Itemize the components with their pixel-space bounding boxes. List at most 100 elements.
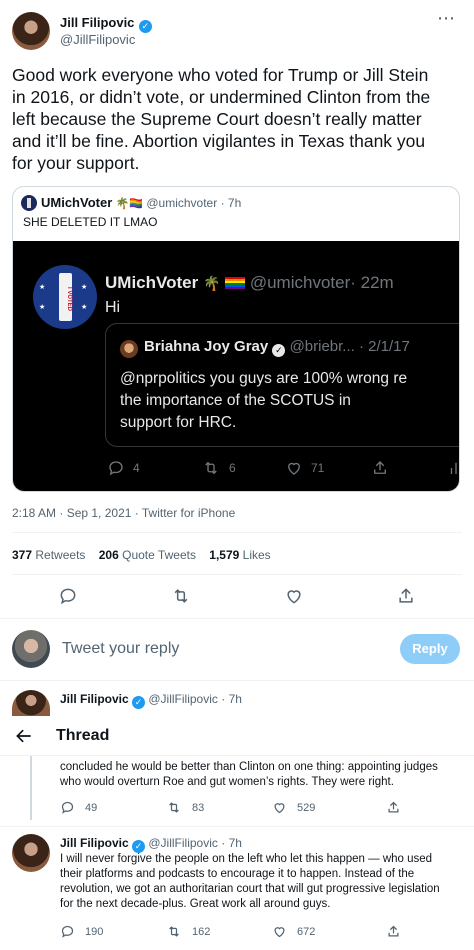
like-count: 529 <box>297 801 316 814</box>
thread-peek-time: · 7h <box>221 692 242 706</box>
verified-badge-icon: ✓ <box>138 20 152 33</box>
thread-reply-2-share[interactable] <box>386 924 401 939</box>
inner-quote-box: Briahna Joy Gray ✓ @briebr... · 2/1/17 @… <box>105 323 459 447</box>
tweet-timestamp[interactable]: 2:18 AM · Sep 1, 2021 · Twitter for iPho… <box>12 506 235 520</box>
inner-quote-time: · 2/1/17 <box>359 338 410 355</box>
inner-quote-line: the importance of the SCOTUS in <box>120 392 351 409</box>
thread-reply-2-author[interactable]: Jill Filipovic <box>60 836 129 850</box>
inner-stats <box>447 459 459 480</box>
thread-reply-line: revolution, we got an authoritarian cour… <box>60 883 440 895</box>
heart-icon <box>287 590 301 604</box>
likes-stat[interactable]: 1,579 Likes <box>209 548 270 562</box>
quoted-author-emoji: 🌴🏳️‍🌈 <box>115 198 144 210</box>
thread-reply-1-reply[interactable]: 49 <box>60 800 97 815</box>
quoted-avatar <box>21 195 37 211</box>
thread-reply-1-share[interactable] <box>386 800 401 815</box>
inner-quote-header: Briahna Joy Gray ✓ @briebr... · 2/1/17 <box>144 338 410 357</box>
divider <box>0 680 474 681</box>
umichvoter-avatar: I VOTED ★ ★ ★ ★ <box>33 265 97 329</box>
author-name[interactable]: Jill Filipovic <box>60 15 134 30</box>
inner-quote-author: Briahna Joy Gray <box>144 338 269 355</box>
quoted-tweet-image[interactable]: I VOTED ★ ★ ★ ★ UMichVoter 🌴 @umichvoter… <box>13 241 459 491</box>
analytics-icon <box>450 462 457 474</box>
reply-icon <box>109 461 123 476</box>
thread-reply-line: I will never forgive the people on the l… <box>60 853 433 865</box>
divider <box>12 574 462 575</box>
share-icon <box>374 461 386 474</box>
thread-reply-2-avatar[interactable] <box>12 834 50 872</box>
thread-reply-2-handle[interactable]: @JillFilipovic <box>148 836 218 850</box>
inner-retweet-count: 6 <box>229 461 236 475</box>
reply-button[interactable] <box>58 586 78 606</box>
back-arrow-icon[interactable] <box>14 726 34 746</box>
quotes-count: 206 <box>98 548 119 562</box>
heart-icon <box>274 803 285 814</box>
quoted-tweet-text: SHE DELETED IT LMAO <box>23 215 158 229</box>
thread-reply-2-text: I will never forgive the people on the l… <box>60 852 470 912</box>
thread-peek-avatar <box>12 690 50 716</box>
inner-share <box>371 459 389 480</box>
verified-badge-icon: ✓ <box>272 344 286 357</box>
retweets-stat[interactable]: 377 Retweets <box>12 548 89 562</box>
thread-reply-2-retweet[interactable]: 162 <box>166 924 210 939</box>
divider <box>12 532 462 533</box>
quoted-time: · 7h <box>220 196 242 210</box>
inner-quote-handle: @briebr... <box>289 338 355 355</box>
share-icon <box>388 801 399 813</box>
thread-reply-2-reply[interactable]: 190 <box>60 924 103 939</box>
thread-peek-handle: @JillFilipovic <box>148 692 218 706</box>
share-button[interactable] <box>396 586 416 606</box>
divider <box>0 618 474 619</box>
quoted-tweet[interactable]: UMichVoter 🌴🏳️‍🌈 @umichvoter · 7h SHE DE… <box>12 186 460 492</box>
reply-icon <box>61 801 74 814</box>
reply-input[interactable]: Tweet your reply <box>62 640 382 658</box>
rainbow-flag-icon <box>225 277 246 289</box>
retweet-button[interactable] <box>170 586 192 606</box>
thread-reply-line: their platforms and podcasts to encourag… <box>60 868 415 880</box>
thread-header: Thread <box>0 716 474 756</box>
tweet-text-line: Good work everyone who voted for Trump o… <box>12 65 429 85</box>
i-voted-badge: I VOTED <box>66 286 72 311</box>
quoted-tweet-header: UMichVoter 🌴🏳️‍🌈 @umichvoter · 7h <box>21 195 242 211</box>
thread-reply-2-time[interactable]: · 7h <box>221 836 242 850</box>
inner-quote-text: @nprpolitics you guys are 100% wrong re … <box>120 368 407 434</box>
author-name-row[interactable]: Jill Filipovic ✓ <box>60 14 152 33</box>
like-button[interactable] <box>284 586 304 606</box>
inner-reply-count: 4 <box>133 461 140 475</box>
thread-reply-line: concluded he would be better than Clinto… <box>60 761 438 773</box>
author-handle[interactable]: @JillFilipovic <box>60 32 135 47</box>
inner-like: 71 <box>285 459 324 477</box>
inner-reply: 4 <box>107 459 140 477</box>
quotes-stat[interactable]: 206 Quote Tweets <box>99 548 200 562</box>
thread-reply-2-actions: 190 162 672 <box>60 924 460 942</box>
thread-reply-1-actions: 49 83 529 <box>60 800 460 818</box>
retweet-icon <box>205 461 217 475</box>
reply-icon <box>61 925 74 938</box>
tweet-stats: 377 Retweets 206 Quote Tweets 1,579 Like… <box>12 548 271 562</box>
retweets-count: 377 <box>12 548 33 562</box>
thread-reply-2-like[interactable]: 672 <box>272 924 315 939</box>
thread-reply-1-retweet[interactable]: 83 <box>166 800 204 815</box>
author-avatar[interactable] <box>12 12 50 50</box>
tweet-text-line: in 2016, or didn’t vote, or undermined C… <box>12 87 431 107</box>
more-options-icon[interactable]: ⋯ <box>434 9 458 28</box>
thread-peek-name: Jill Filipovic <box>60 692 129 706</box>
current-user-avatar[interactable] <box>12 630 50 668</box>
quoted-author-handle: @umichvoter <box>146 196 218 210</box>
thread-reply-line: who would overturn Roe and gut women’s r… <box>60 776 394 788</box>
reply-icon <box>60 588 76 605</box>
palm-tree-icon: 🌴 <box>202 275 221 291</box>
reply-submit-button[interactable]: Reply <box>400 634 460 664</box>
retweet-icon <box>169 926 179 937</box>
like-count: 672 <box>297 925 316 938</box>
retweet-count: 83 <box>192 801 205 814</box>
thread-title: Thread <box>56 727 110 744</box>
retweet-count: 162 <box>192 925 211 938</box>
thread-reply-line: for the next decade-plus. Great work all… <box>60 898 331 910</box>
inner-quote-line: @nprpolitics you guys are 100% wrong re <box>120 370 408 387</box>
share-icon <box>399 588 413 603</box>
inner-time: · 22m <box>350 273 394 292</box>
divider <box>0 826 474 827</box>
thread-reply-2-header: Jill Filipovic ✓ @JillFilipovic · 7h <box>60 836 242 853</box>
thread-reply-1-like[interactable]: 529 <box>272 800 315 815</box>
